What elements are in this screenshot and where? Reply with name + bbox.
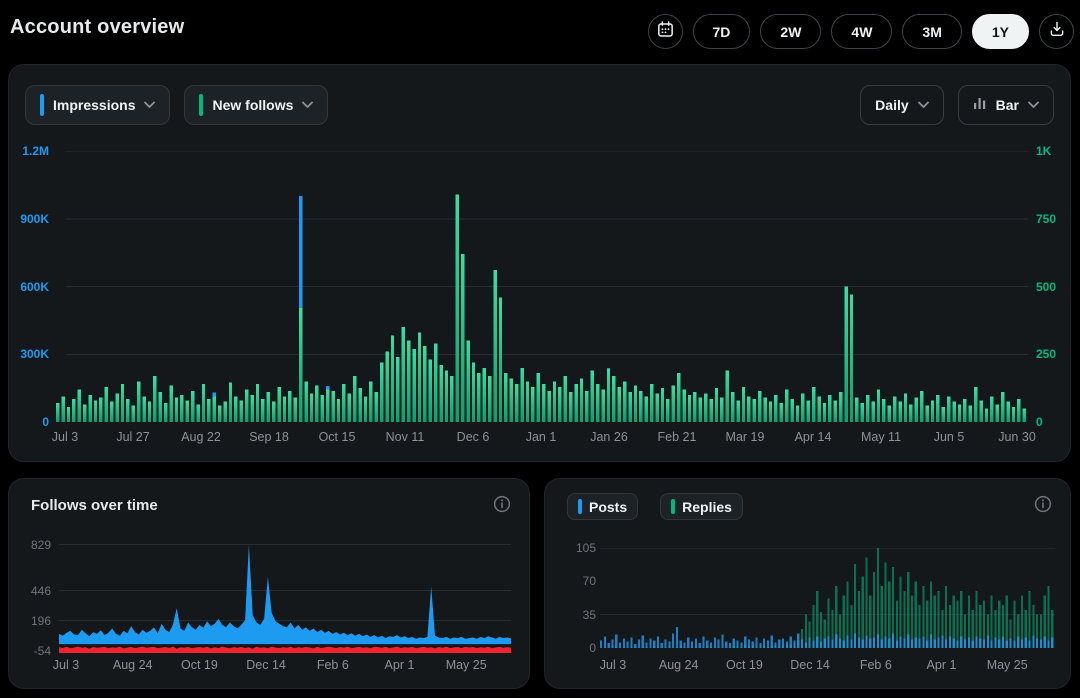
new-follows-accent-bar xyxy=(199,94,203,116)
axis-tick-label: Jan 26 xyxy=(575,430,643,444)
axis-tick-label: 35 xyxy=(556,608,596,622)
chart-type-selector[interactable]: Bar xyxy=(958,85,1054,125)
bar-chart-icon xyxy=(973,96,987,115)
header: Account overview 7D 2W 4W 3M 1Y xyxy=(0,0,1080,64)
range-button-1y[interactable]: 1Y xyxy=(972,14,1029,49)
date-range-controls: 7D 2W 4W 3M 1Y xyxy=(648,14,1074,49)
chevron-down-icon xyxy=(1028,96,1039,114)
account-overview-chart-panel: Impressions New follows Daily Bar xyxy=(8,64,1071,462)
replies-legend-bar xyxy=(671,499,675,514)
chart-type-value: Bar xyxy=(996,97,1019,113)
axis-tick-label: Aug 24 xyxy=(646,658,712,672)
range-button-2w[interactable]: 2W xyxy=(760,14,821,49)
axis-tick-label: Nov 11 xyxy=(371,430,439,444)
axis-tick-label: 500 xyxy=(1036,280,1072,294)
range-button-4w[interactable]: 4W xyxy=(831,14,892,49)
legend-chip-replies[interactable]: Replies xyxy=(660,493,743,520)
axis-tick-label: May 25 xyxy=(974,658,1040,672)
axis-tick-label: 105 xyxy=(556,541,596,555)
axis-tick-label: Apr 1 xyxy=(909,658,975,672)
metric-selector-new-follows[interactable]: New follows xyxy=(184,85,328,125)
follows-over-time-chart[interactable] xyxy=(59,539,511,653)
axis-tick-label: -54 xyxy=(11,644,51,658)
granularity-value: Daily xyxy=(875,97,908,113)
info-icon[interactable] xyxy=(493,495,511,513)
axis-tick-label: Oct 19 xyxy=(711,658,777,672)
range-button-7d[interactable]: 7D xyxy=(693,14,751,49)
axis-tick-label: 70 xyxy=(556,574,596,588)
panel-title: Follows over time xyxy=(31,497,158,514)
axis-tick-label: 250 xyxy=(1036,347,1072,361)
axis-tick-label: Oct 19 xyxy=(166,658,232,672)
range-button-3m[interactable]: 3M xyxy=(902,14,961,49)
axis-tick-label: Dec 6 xyxy=(439,430,507,444)
axis-tick-label: 0 xyxy=(556,641,596,655)
axis-tick-label: Apr 14 xyxy=(779,430,847,444)
impressions-accent-bar xyxy=(40,94,44,116)
axis-tick-label: 829 xyxy=(11,538,51,552)
axis-tick-label: 1K xyxy=(1036,144,1072,158)
page-title: Account overview xyxy=(10,16,184,39)
metric-label: New follows xyxy=(212,97,293,113)
axis-tick-label: Feb 6 xyxy=(843,658,909,672)
posts-replies-chart[interactable] xyxy=(600,548,1055,648)
axis-tick-label: May 25 xyxy=(433,658,499,672)
axis-tick-label: Jun 5 xyxy=(915,430,983,444)
legend-label: Replies xyxy=(682,499,732,515)
activity-legend: Posts Replies xyxy=(567,493,743,520)
impressions-new-follows-chart[interactable] xyxy=(56,151,1028,422)
axis-tick-label: Feb 21 xyxy=(643,430,711,444)
axis-tick-label: 0 xyxy=(1036,415,1072,429)
download-icon xyxy=(1048,20,1066,43)
chevron-down-icon xyxy=(918,96,929,114)
axis-tick-label: Dec 14 xyxy=(233,658,299,672)
axis-tick-label: Feb 6 xyxy=(300,658,366,672)
axis-tick-label: Jun 30 xyxy=(983,430,1051,444)
legend-label: Posts xyxy=(589,499,627,515)
axis-tick-label: 1.2M xyxy=(9,144,49,158)
axis-tick-label: 600K xyxy=(9,280,49,294)
axis-tick-label: Dec 14 xyxy=(777,658,843,672)
chevron-down-icon xyxy=(302,96,313,114)
posts-replies-panel: Posts Replies 105 70 35 0 Jul 3Aug 24Oct 19… xyxy=(544,478,1071,689)
axis-tick-label: 446 xyxy=(11,584,51,598)
axis-tick-label: Apr 1 xyxy=(367,658,433,672)
follows-over-time-panel: Follows over time 829 446 196 -54 Jul 3Aug … xyxy=(8,478,530,689)
axis-tick-label: 900K xyxy=(9,212,49,226)
axis-tick-label: Jul 3 xyxy=(580,658,646,672)
legend-chip-posts[interactable]: Posts xyxy=(567,493,638,520)
metric-label: Impressions xyxy=(53,97,135,113)
axis-tick-label: Jul 3 xyxy=(33,658,99,672)
axis-tick-label: Aug 24 xyxy=(100,658,166,672)
axis-tick-label: Oct 15 xyxy=(303,430,371,444)
posts-legend-bar xyxy=(578,499,582,514)
calendar-icon xyxy=(656,20,675,44)
axis-tick-label: 300K xyxy=(9,347,49,361)
metric-selectors: Impressions New follows xyxy=(25,85,328,125)
axis-tick-label: Mar 19 xyxy=(711,430,779,444)
granularity-selector[interactable]: Daily xyxy=(860,85,943,125)
axis-tick-label: 0 xyxy=(9,415,49,429)
axis-tick-label: Aug 22 xyxy=(167,430,235,444)
chart-display-controls: Daily Bar xyxy=(860,85,1054,125)
axis-tick-label: 196 xyxy=(11,614,51,628)
chevron-down-icon xyxy=(144,96,155,114)
calendar-button[interactable] xyxy=(648,14,683,49)
axis-tick-label: 750 xyxy=(1036,212,1072,226)
axis-tick-label: Jul 3 xyxy=(31,430,99,444)
info-icon[interactable] xyxy=(1034,495,1052,513)
axis-tick-label: May 11 xyxy=(847,430,915,444)
metric-selector-impressions[interactable]: Impressions xyxy=(25,85,170,125)
axis-tick-label: Sep 18 xyxy=(235,430,303,444)
axis-tick-label: Jan 1 xyxy=(507,430,575,444)
download-button[interactable] xyxy=(1039,14,1074,49)
axis-tick-label: Jul 27 xyxy=(99,430,167,444)
